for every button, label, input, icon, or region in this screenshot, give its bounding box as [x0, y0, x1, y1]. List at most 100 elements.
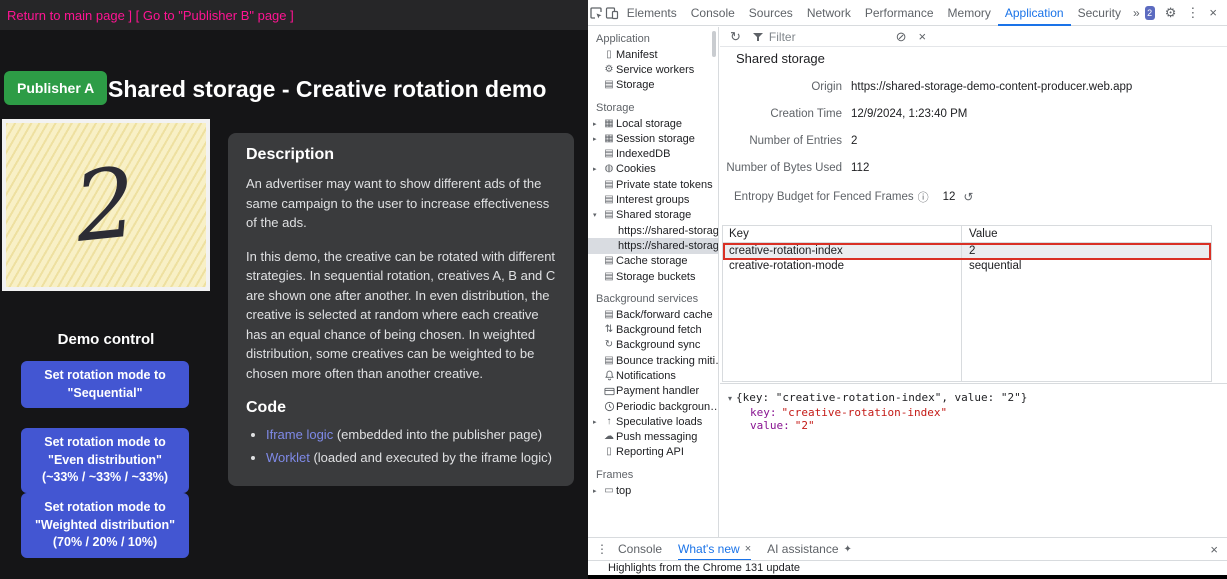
sidebar-item-storage[interactable]: ▤ Storage — [588, 78, 718, 93]
tab-security[interactable]: Security — [1071, 0, 1128, 26]
sidebar-item-label: Notifications — [616, 370, 676, 382]
manifest-icon: ▯ — [602, 50, 616, 60]
worklet-link[interactable]: Worklet — [266, 450, 310, 465]
cell-key: creative-rotation-mode — [723, 260, 961, 272]
drawer-menu-icon[interactable]: ⋮ — [596, 542, 608, 556]
column-divider[interactable] — [961, 226, 962, 381]
sidebar-item-storage-buckets[interactable]: ▤ Storage buckets — [588, 269, 718, 284]
expander-icon[interactable]: ▸ — [593, 135, 602, 143]
description-heading: Description — [246, 146, 556, 164]
sidebar-item-notifications[interactable]: Notifications — [588, 368, 718, 383]
settings-gear-icon[interactable]: ⚙ — [1165, 5, 1177, 21]
devtools-tab-bar: Elements Console Sources Network Perform… — [588, 0, 1227, 26]
sidebar-item-shared-storage[interactable]: ▾ ▤ Shared storage — [588, 208, 718, 223]
storage-items-table: Key Value creative-rotation-index 2 crea… — [722, 225, 1212, 382]
description-panel: Description An advertiser may want to sh… — [228, 133, 574, 486]
publisher-b-link[interactable]: Go to "Publisher B" page — [143, 8, 287, 23]
sidebar-item-label: IndexedDB — [616, 148, 670, 160]
page-title: Shared storage - Creative rotation demo — [108, 76, 546, 103]
sidebar-item-payment-handler[interactable]: Payment handler — [588, 384, 718, 399]
panel-title: Shared storage — [736, 51, 825, 66]
sidebar-item-background-sync[interactable]: ↻ Background sync — [588, 338, 718, 353]
clear-icon[interactable]: × — [918, 29, 926, 44]
sidebar-item-session-storage[interactable]: ▸ ▦ Session storage — [588, 131, 718, 146]
set-weighted-distribution-button[interactable]: Set rotation mode to "Weighted distribut… — [21, 493, 189, 558]
expander-icon[interactable]: ▾ — [593, 211, 602, 219]
tab-network[interactable]: Network — [800, 0, 858, 26]
sidebar-scrollbar[interactable] — [712, 31, 716, 57]
tab-application[interactable]: Application — [998, 0, 1071, 26]
sidebar-item-bounce-tracking[interactable]: ▤ Bounce tracking miti… — [588, 353, 718, 368]
storage-icon: ▤ — [602, 80, 616, 90]
devtools-close-icon[interactable]: × — [1209, 5, 1217, 20]
set-sequential-button[interactable]: Set rotation mode to "Sequential" — [21, 361, 189, 408]
filter-input[interactable]: Filter — [769, 30, 796, 44]
delete-all-icon[interactable]: ⊘ — [896, 29, 907, 45]
sidebar-item-label: Periodic backgroun… — [616, 401, 719, 413]
sidebar-item-background-fetch[interactable]: ⇅ Background fetch — [588, 322, 718, 337]
table-row-creative-rotation-index[interactable]: creative-rotation-index 2 — [723, 243, 1211, 258]
tab-console[interactable]: Console — [684, 0, 742, 26]
inspect-icon[interactable] — [588, 6, 604, 20]
reset-budget-icon[interactable]: ↺ — [963, 190, 973, 204]
column-header-key[interactable]: Key — [723, 228, 961, 240]
sidebar-item-shared-storage-origin-2-selected[interactable]: https://shared-storage… — [588, 238, 718, 253]
ai-assistance-icon: ✦ — [844, 544, 852, 555]
table-row-creative-rotation-mode[interactable]: creative-rotation-mode sequential — [723, 258, 1211, 273]
sidebar-item-top-frame[interactable]: ▸ ▭ top — [588, 483, 718, 498]
close-tab-icon[interactable]: × — [745, 543, 751, 555]
entropy-label: Entropy Budget for Fenced Frames — [734, 191, 914, 203]
prop-name: value: — [750, 419, 790, 432]
device-toolbar-icon[interactable] — [604, 6, 620, 20]
sidebar-item-label: Service workers — [616, 64, 694, 76]
sidebar-item-label: https://shared-storage… — [618, 225, 719, 237]
sidebar-item-interest-groups[interactable]: ▤ Interest groups — [588, 192, 718, 207]
expander-icon[interactable]: ▸ — [593, 418, 602, 426]
sidebar-item-indexeddb[interactable]: ▤ IndexedDB — [588, 146, 718, 161]
sidebar-item-back-forward-cache[interactable]: ▤ Back/forward cache — [588, 307, 718, 322]
sidebar-item-periodic-background-sync[interactable]: Periodic backgroun… — [588, 399, 718, 414]
sidebar-item-speculative-loads[interactable]: ▸ ↑ Speculative loads — [588, 414, 718, 429]
table-icon: ▦ — [602, 134, 616, 144]
sidebar-item-cookies[interactable]: ▸ ◍ Cookies — [588, 162, 718, 177]
cell-value: 2 — [961, 245, 975, 257]
sidebar-item-push-messaging[interactable]: ☁ Push messaging — [588, 430, 718, 445]
tab-sources[interactable]: Sources — [742, 0, 800, 26]
tab-memory[interactable]: Memory — [941, 0, 998, 26]
section-title: Storage — [588, 101, 718, 116]
cloud-icon: ☁ — [602, 432, 616, 442]
refresh-icon[interactable]: ↻ — [730, 29, 741, 45]
return-main-link[interactable]: Return to main page — [7, 8, 125, 23]
more-tabs-icon[interactable]: » — [1128, 6, 1145, 20]
list-item: Iframe logic (embedded into the publishe… — [266, 425, 556, 445]
expander-icon[interactable]: ▸ — [593, 165, 602, 173]
sidebar-item-local-storage[interactable]: ▸ ▦ Local storage — [588, 116, 718, 131]
sidebar-item-shared-storage-origin-1[interactable]: https://shared-storage… — [588, 223, 718, 238]
meta-label: Origin — [720, 81, 842, 93]
meta-value: https://shared-storage-demo-content-prod… — [851, 81, 1132, 93]
sidebar-item-manifest[interactable]: ▯ Manifest — [588, 47, 718, 62]
drawer-tab-ai-assistance[interactable]: AI assistance ✦ — [767, 538, 852, 561]
frame-icon: ▭ — [602, 486, 616, 496]
entry-preview-pane: ▾{key: "creative-rotation-index", value:… — [720, 383, 1227, 537]
column-header-value[interactable]: Value — [961, 228, 998, 240]
sidebar-item-reporting-api[interactable]: ▯ Reporting API — [588, 445, 718, 460]
drawer-tab-whats-new[interactable]: What's new × — [678, 538, 751, 561]
tab-performance[interactable]: Performance — [858, 0, 941, 26]
iframe-logic-link[interactable]: Iframe logic — [266, 427, 333, 442]
tab-elements[interactable]: Elements — [620, 0, 684, 26]
drawer-close-icon[interactable]: × — [1210, 542, 1218, 557]
drawer-tab-console[interactable]: Console — [618, 538, 662, 561]
issues-badge[interactable]: 2 — [1145, 6, 1155, 20]
expander-icon[interactable]: ▸ — [593, 120, 602, 128]
info-icon[interactable]: ⓘ — [918, 189, 929, 205]
sidebar-item-private-state-tokens[interactable]: ▤ Private state tokens — [588, 177, 718, 192]
meta-value: 2 — [851, 135, 857, 147]
expander-icon[interactable]: ▸ — [593, 487, 602, 495]
list-item: Worklet (loaded and executed by the ifra… — [266, 448, 556, 468]
set-even-distribution-button[interactable]: Set rotation mode to "Even distribution"… — [21, 428, 189, 493]
expander-down-icon[interactable]: ▾ — [728, 394, 732, 403]
kebab-menu-icon[interactable]: ⋮ — [1186, 5, 1199, 21]
sidebar-item-cache-storage[interactable]: ▤ Cache storage — [588, 254, 718, 269]
sidebar-item-service-workers[interactable]: ⚙ Service workers — [588, 62, 718, 77]
